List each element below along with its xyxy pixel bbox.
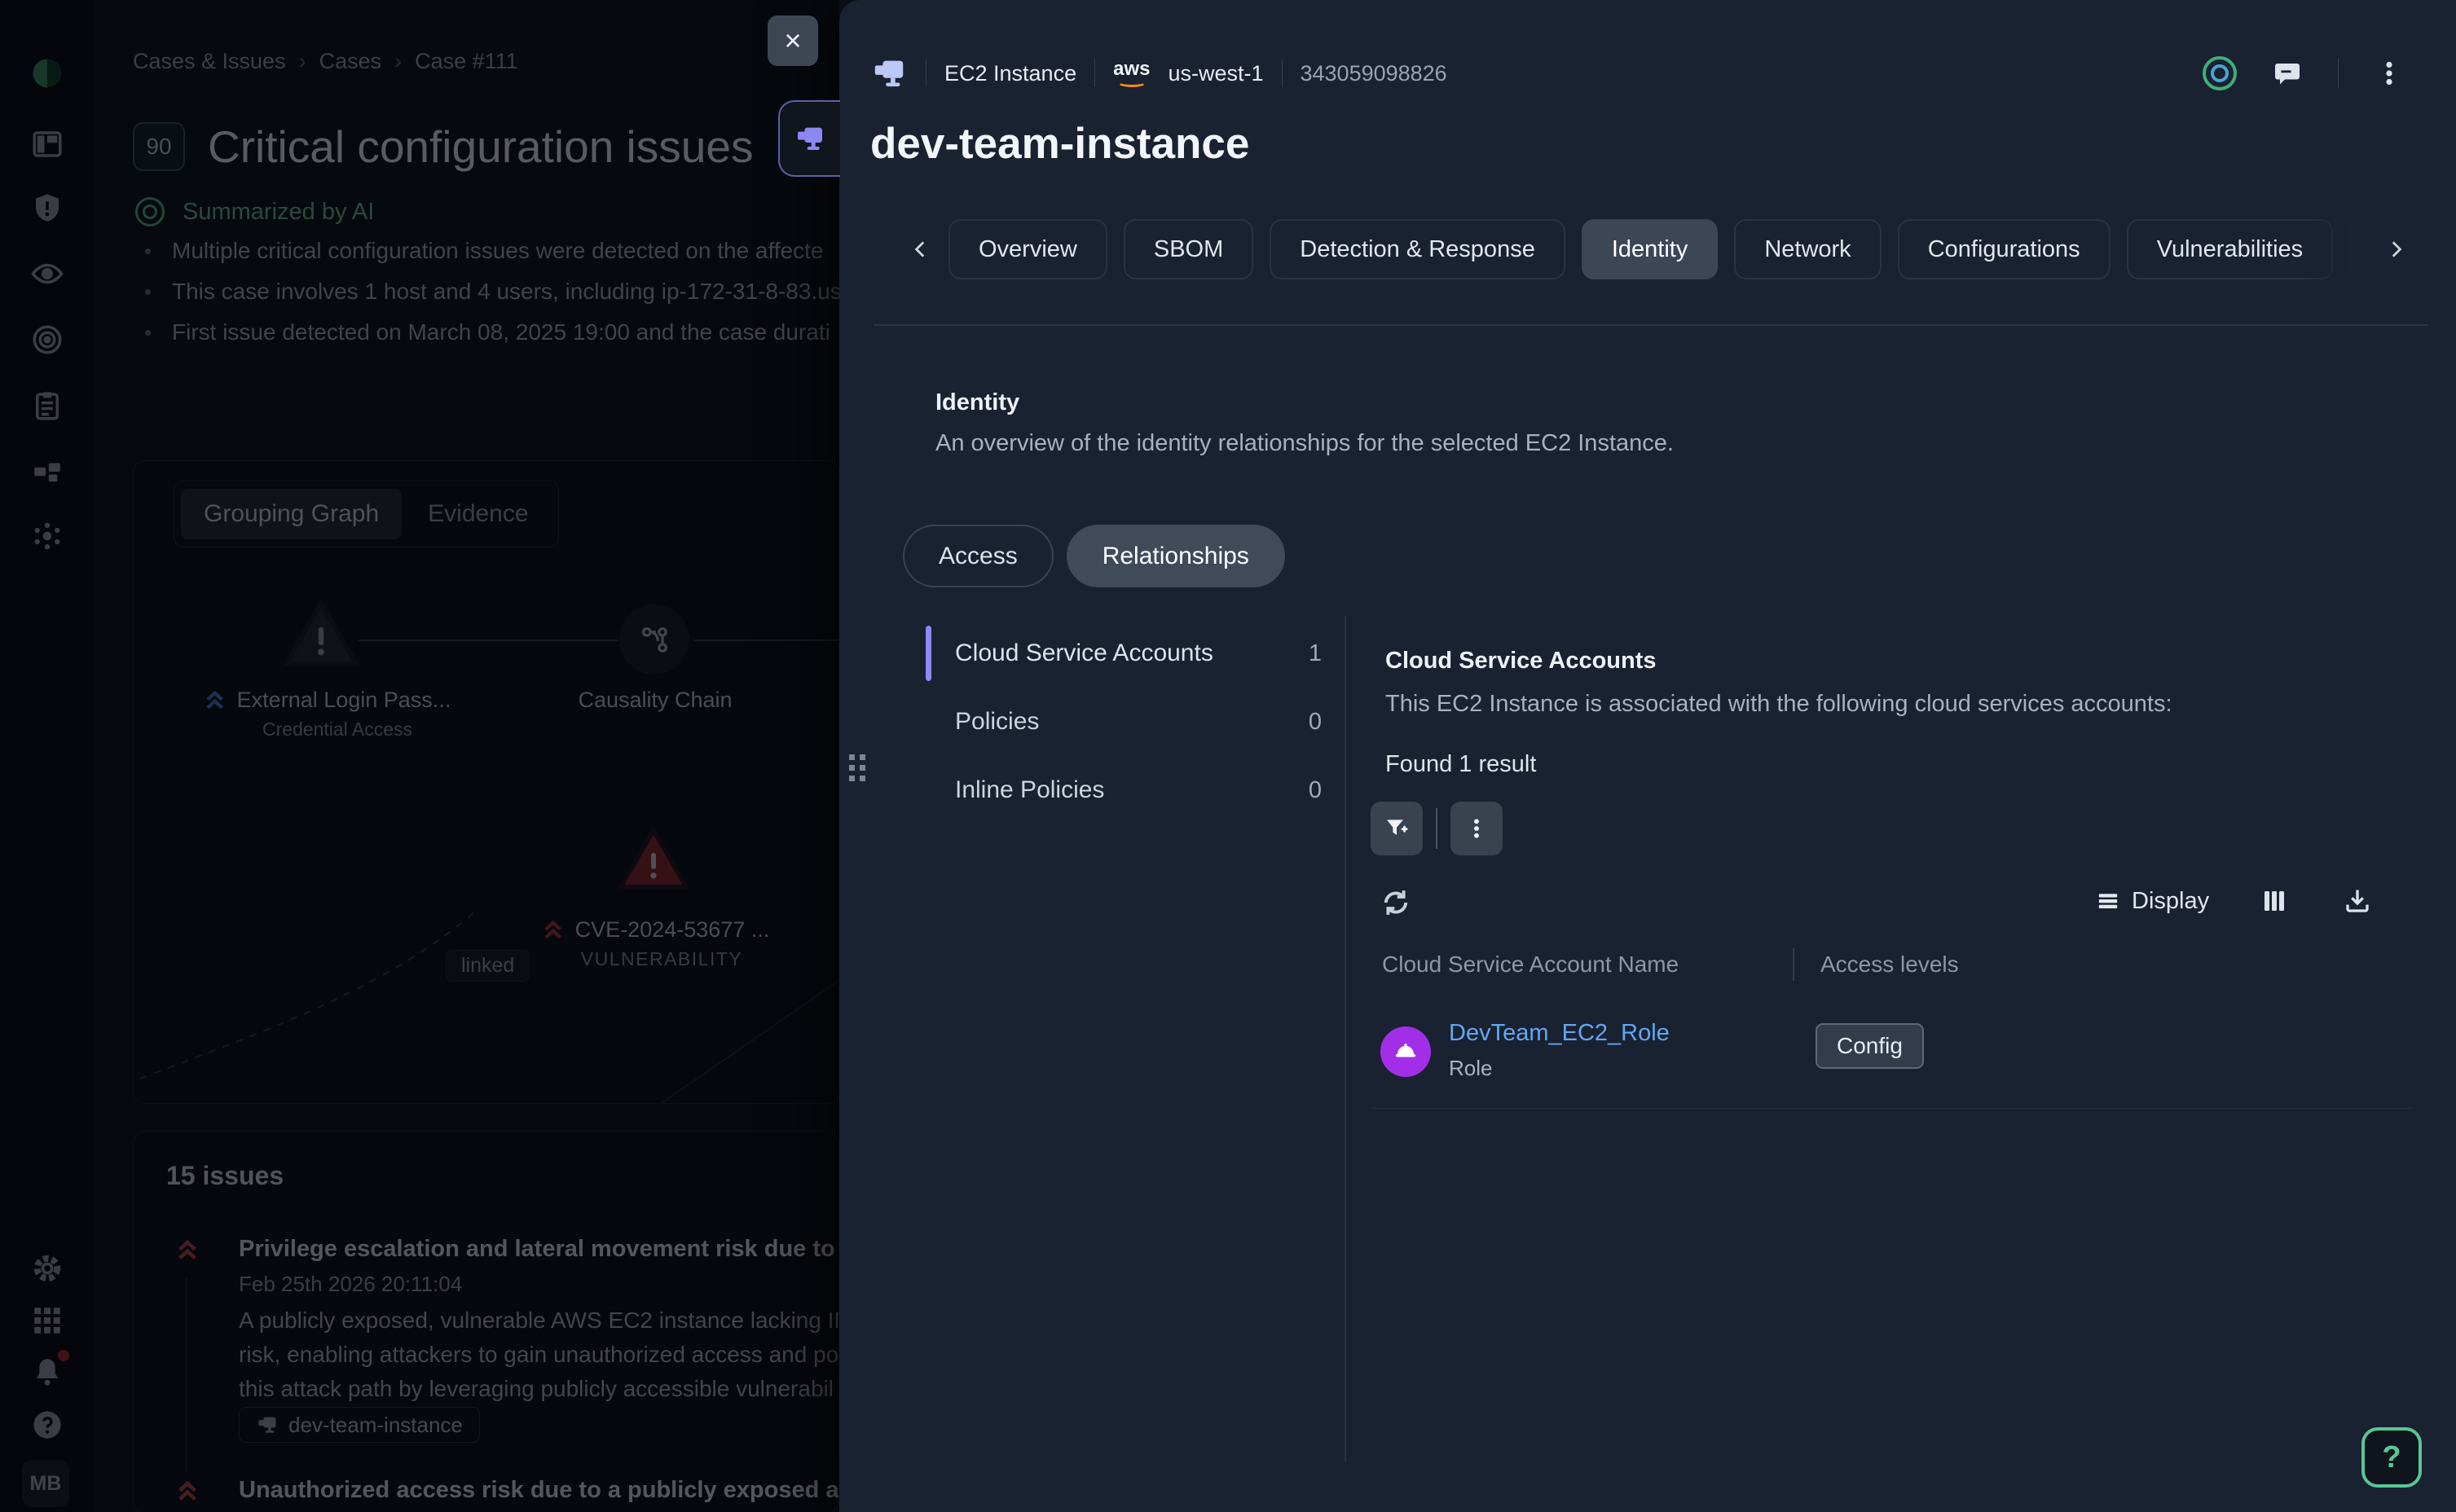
tab-identity[interactable]: Identity: [1582, 219, 1719, 279]
identity-section-description: An overview of the identity relationship…: [935, 430, 1674, 457]
comment-icon[interactable]: [2269, 55, 2305, 91]
scan-status-icon[interactable]: [2203, 56, 2237, 90]
account-id: 343059098826: [1301, 61, 1447, 86]
relationships-nav: Cloud Service Accounts1 Policies0 Inline…: [926, 619, 1330, 824]
identity-view-toggle: Access Relationships: [903, 525, 1285, 587]
asset-tabs: Overview SBOM Detection & Response Ident…: [949, 213, 2366, 285]
columns-icon[interactable]: [2256, 883, 2292, 919]
panel-drag-handle[interactable]: [849, 754, 867, 790]
download-icon[interactable]: [2339, 883, 2375, 919]
panel-actions: [2203, 52, 2407, 94]
asset-detail-panel: EC2 Instance aws us-west-1 343059098826 …: [839, 0, 2456, 1512]
refresh-icon[interactable]: [1377, 885, 1415, 922]
tab-detection-response[interactable]: Detection & Response: [1270, 219, 1565, 279]
close-panel-button[interactable]: ×: [768, 15, 818, 66]
app-root: MB Cases & Issues › Cases › Case #111 90…: [0, 0, 2456, 1512]
column-header-access-levels[interactable]: Access levels: [1820, 952, 1959, 978]
filter-plus-icon: [1384, 815, 1410, 842]
tab-vulnerabilities[interactable]: Vulnerabilities: [2127, 219, 2333, 279]
asset-type-label: EC2 Instance: [944, 61, 1076, 86]
tab-sbom[interactable]: SBOM: [1124, 219, 1253, 279]
more-menu-icon[interactable]: [2371, 55, 2407, 91]
asset-panel-tab[interactable]: [778, 100, 840, 177]
kebab-icon: [1463, 815, 1490, 842]
identity-section-title: Identity: [935, 389, 1019, 416]
table-row[interactable]: DevTeam_EC2_Role Role Config: [1371, 1004, 2414, 1116]
account-name-link[interactable]: DevTeam_EC2_Role: [1449, 1020, 1670, 1047]
row-divider: [1371, 1108, 2414, 1109]
access-pill[interactable]: Access: [903, 525, 1054, 587]
nav-inline-policies[interactable]: Inline Policies0: [926, 756, 1330, 824]
tab-overview[interactable]: Overview: [949, 219, 1107, 279]
tabs-scroll-right-icon[interactable]: [2378, 226, 2414, 272]
display-lines-icon: [2096, 889, 2120, 913]
tab-agents[interactable]: Ag: [2349, 219, 2366, 279]
role-avatar: [1380, 1026, 1431, 1077]
help-button[interactable]: ?: [2361, 1427, 2422, 1488]
content-title: Cloud Service Accounts: [1385, 648, 1657, 675]
table-view-controls: Display: [2096, 883, 2375, 919]
monitor-icon: [870, 55, 908, 92]
toolbar-divider: [1436, 808, 1437, 849]
display-button[interactable]: Display: [2096, 888, 2209, 915]
monitor-icon: [794, 122, 826, 155]
filter-toolbar: [1371, 802, 1503, 855]
column-header-account-name[interactable]: Cloud Service Account Name: [1382, 952, 1679, 978]
asset-header: EC2 Instance aws us-west-1 343059098826: [870, 52, 1447, 94]
tab-configurations[interactable]: Configurations: [1898, 219, 2110, 279]
aws-logo: aws: [1113, 59, 1150, 87]
access-level-badge[interactable]: Config: [1816, 1023, 1924, 1069]
modal-dim-overlay[interactable]: [0, 0, 839, 1512]
tabs-scroll-left-icon[interactable]: [903, 226, 939, 272]
nav-cloud-service-accounts[interactable]: Cloud Service Accounts1: [926, 619, 1330, 688]
column-divider: [1793, 948, 1794, 981]
nav-content-divider: [1345, 616, 1346, 1461]
nav-policies[interactable]: Policies0: [926, 688, 1330, 756]
tabs-divider: [874, 324, 2428, 326]
filter-more-button[interactable]: [1450, 802, 1503, 855]
result-count: Found 1 result: [1385, 751, 1536, 778]
hard-hat-icon: [1392, 1038, 1419, 1066]
add-filter-button[interactable]: [1371, 802, 1423, 855]
content-description: This EC2 Instance is associated with the…: [1385, 691, 2172, 718]
account-type: Role: [1449, 1056, 1492, 1081]
relationships-pill[interactable]: Relationships: [1067, 525, 1285, 587]
region-label: us-west-1: [1168, 61, 1263, 86]
aws-smile-icon: [1117, 77, 1147, 87]
asset-title: dev-team-instance: [870, 119, 1249, 169]
tab-network[interactable]: Network: [1734, 219, 1881, 279]
